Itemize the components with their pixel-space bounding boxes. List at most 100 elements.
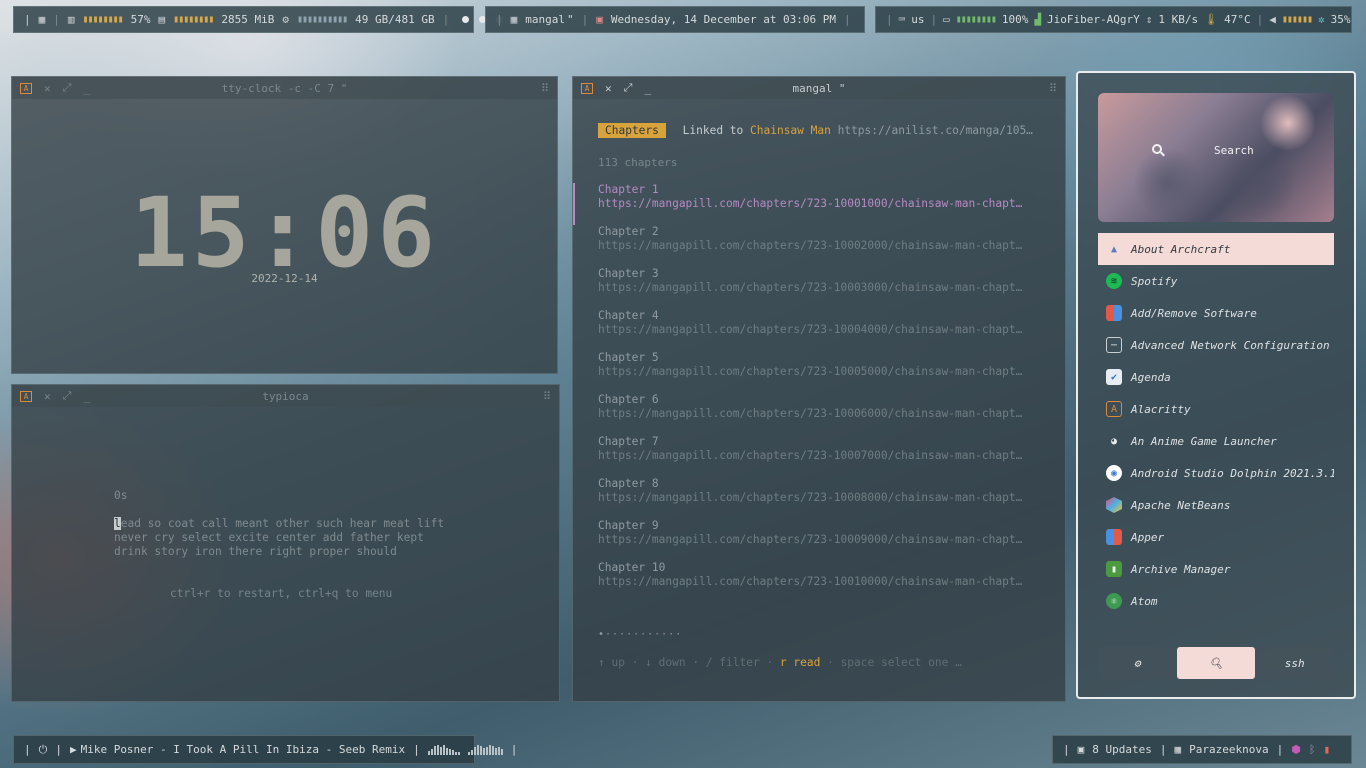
- sep-bar: |: [24, 13, 31, 26]
- launcher-banner: Search: [1098, 93, 1334, 222]
- chapter-name: Chapter 6: [598, 393, 659, 406]
- typing-area[interactable]: 0s lead so coat call meant other such he…: [114, 489, 444, 601]
- typing-line: never cry select excite center add fathe…: [114, 531, 424, 544]
- app-item[interactable]: ◉ Android Studio Dolphin 2021.3.1…: [1098, 457, 1334, 489]
- maximize-icon[interactable]: ⤢: [624, 81, 633, 95]
- close-icon[interactable]: ✕: [605, 82, 612, 95]
- search-mode-button[interactable]: 🔍︎: [1176, 647, 1256, 679]
- chapter-item[interactable]: Chapter 10 https://mangapill.com/chapters…: [573, 561, 1065, 603]
- app-item[interactable]: Add/Remove Software: [1098, 297, 1334, 329]
- tray-alert-icon[interactable]: ▮: [1323, 743, 1330, 756]
- more-icon[interactable]: ⠿: [543, 390, 551, 403]
- chapter-item[interactable]: Chapter 4 https://mangapill.com/chapters/…: [573, 309, 1065, 351]
- chapter-item[interactable]: Chapter 6 https://mangapill.com/chapters/…: [573, 393, 1065, 435]
- more-icon[interactable]: ⠿: [1049, 82, 1057, 95]
- app-item[interactable]: ▲ About Archcraft: [1098, 233, 1334, 265]
- app-item[interactable]: A Alacritty: [1098, 393, 1334, 425]
- tray-app-icon[interactable]: ⬢: [1291, 743, 1301, 756]
- package-icon: ▣: [1077, 743, 1085, 756]
- sep-bar: |: [844, 13, 851, 26]
- app-item[interactable]: ⚛ Atom: [1098, 585, 1334, 617]
- app-label: Atom: [1131, 594, 1158, 608]
- audio-visualizer-icon: [427, 744, 460, 755]
- updates-count[interactable]: 8 Updates: [1092, 743, 1152, 756]
- app-label: Spotify: [1131, 274, 1178, 288]
- app-item[interactable]: ✔ Agenda: [1098, 361, 1334, 393]
- chapter-item[interactable]: Chapter 1 https://mangapill.com/chapters/…: [573, 183, 1065, 225]
- now-playing: Mike Posner - I Took A Pill In Ibiza - S…: [80, 743, 406, 756]
- chapters-tag: Chapters: [598, 123, 666, 138]
- clock-window[interactable]: A ✕ ⤢ _ tty-clock -c -C 7 " ⠿ 15:06 2022…: [11, 76, 558, 374]
- app-item[interactable]: ⋯ Advanced Network Configuration: [1098, 329, 1334, 361]
- window-titlebar[interactable]: A ✕ ⤢ _ typioca ⠿: [12, 385, 559, 407]
- brightness-icon: ✲: [1317, 13, 1325, 26]
- volume-icon[interactable]: ◀: [1269, 13, 1276, 26]
- app-list: ▲ About Archcraft ≋ Spotify Add/Remove Sof…: [1098, 233, 1334, 617]
- minimize-icon[interactable]: _: [83, 82, 90, 95]
- app-label: Apache NetBeans: [1131, 498, 1231, 512]
- minimize-icon[interactable]: _: [644, 82, 651, 95]
- power-icon[interactable]: ⏻: [39, 743, 48, 757]
- mangal-content: Chapters Linked to Chainsaw Man https://…: [573, 99, 1065, 669]
- maximize-icon[interactable]: ⤢: [63, 389, 72, 403]
- bottombar-right: | ▣ 8 Updates | ▦ Parazeeknova | ⬢ ᛒ ▮: [1052, 735, 1352, 764]
- volume-value: 35%: [1330, 13, 1351, 26]
- typing-line-text: ead so coat call meant other such hear m…: [120, 517, 445, 530]
- alacritty-icon: A: [1106, 401, 1122, 417]
- app-item[interactable]: ▮ Archive Manager: [1098, 553, 1334, 585]
- close-icon[interactable]: ✕: [44, 390, 51, 403]
- typing-line: lead so coat call meant other such hear …: [114, 517, 444, 531]
- search-input[interactable]: Search: [1214, 144, 1254, 157]
- chapter-name: Chapter 10: [598, 561, 666, 574]
- chapter-item[interactable]: Chapter 8 https://mangapill.com/chapters/…: [573, 477, 1065, 519]
- app-label: Alacritty: [1131, 402, 1191, 416]
- cpu-meter: ▮▮▮▮▮▮▮▮: [82, 14, 124, 25]
- chapter-url: https://mangapill.com/chapters/723-10009…: [598, 533, 1023, 546]
- play-icon[interactable]: ▶: [70, 743, 77, 756]
- more-icon[interactable]: ⠿: [541, 82, 549, 95]
- apps-grid-icon[interactable]: ▦: [39, 13, 46, 26]
- bluetooth-icon[interactable]: ᛒ: [1309, 743, 1316, 756]
- close-icon[interactable]: ✕: [44, 82, 51, 95]
- chapter-url: https://mangapill.com/chapters/723-10001…: [598, 197, 1023, 210]
- maximize-icon[interactable]: ⤢: [63, 81, 72, 95]
- battery-meter: ▮▮▮▮▮▮▮▮: [955, 14, 997, 25]
- app-item[interactable]: Apache NetBeans: [1098, 489, 1334, 521]
- chapter-url: https://mangapill.com/chapters/723-10003…: [598, 281, 1023, 294]
- app-item[interactable]: ◕ An Anime Game Launcher: [1098, 425, 1334, 457]
- typioca-window[interactable]: A ✕ ⤢ _ typioca ⠿ 0s lead so coat call m…: [11, 384, 560, 702]
- minimize-icon[interactable]: _: [83, 390, 90, 403]
- window-titlebar[interactable]: A ✕ ⤢ _ tty-clock -c -C 7 " ⠿: [12, 77, 557, 99]
- app-label: About Archcraft: [1131, 242, 1231, 256]
- chapter-url: https://mangapill.com/chapters/723-10007…: [598, 449, 1023, 462]
- ssh-button[interactable]: ssh: [1255, 647, 1334, 679]
- sep-bar: |: [24, 743, 31, 756]
- volume-meter[interactable]: ▮▮▮▮▮▮: [1282, 14, 1313, 25]
- launcher-search[interactable]: Search: [1152, 144, 1254, 157]
- app-item[interactable]: ≋ Spotify: [1098, 265, 1334, 297]
- app-item[interactable]: Apper: [1098, 521, 1334, 553]
- app-label: Archive Manager: [1131, 562, 1231, 576]
- sep-bar: |: [1159, 743, 1167, 756]
- anilist-link[interactable]: https://anilist.co/manga/105…: [838, 124, 1033, 137]
- mangal-window[interactable]: A ✕ ⤢ _ mangal " ⠿ Chapters Linked to Ch…: [572, 76, 1066, 702]
- pagination-dots: •···········: [598, 629, 683, 640]
- chapter-item[interactable]: Chapter 2 https://mangapill.com/chapters/…: [573, 225, 1065, 267]
- chapter-item[interactable]: Chapter 5 https://mangapill.com/chapters/…: [573, 351, 1065, 393]
- chapter-url: https://mangapill.com/chapters/723-10008…: [598, 491, 1023, 504]
- chapter-item[interactable]: Chapter 9 https://mangapill.com/chapters/…: [573, 519, 1065, 561]
- help-space: space select one …: [840, 656, 962, 669]
- keyboard-layout[interactable]: us: [911, 13, 924, 26]
- checkbox-icon: ✔: [1106, 369, 1122, 385]
- chapter-item[interactable]: Chapter 7 https://mangapill.com/chapters/…: [573, 435, 1065, 477]
- settings-button[interactable]: ⚙: [1098, 647, 1177, 679]
- username: Parazeeknova: [1189, 743, 1269, 756]
- bottombar-left: | ⏻ | ▶ Mike Posner - I Took A Pill In Ib…: [13, 735, 517, 764]
- net-speed: 1 KB/s: [1158, 13, 1199, 26]
- chapter-name: Chapter 9: [598, 519, 659, 532]
- window-titlebar[interactable]: A ✕ ⤢ _ mangal " ⠿: [573, 77, 1065, 99]
- chapter-name: Chapter 7: [598, 435, 659, 448]
- chapter-url: https://mangapill.com/chapters/723-10002…: [598, 239, 1023, 252]
- chapter-item[interactable]: Chapter 3 https://mangapill.com/chapters/…: [573, 267, 1065, 309]
- wifi-name[interactable]: JioFiber-AQgrY: [1047, 13, 1140, 26]
